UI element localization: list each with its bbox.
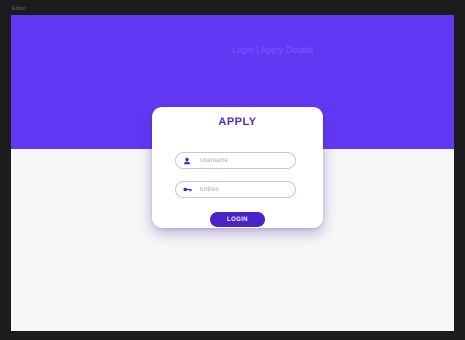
password-input[interactable] [194, 183, 288, 196]
username-input[interactable] [194, 154, 288, 167]
window-caption: Editor [12, 6, 27, 12]
password-field[interactable] [175, 181, 296, 198]
user-icon [180, 153, 194, 168]
user-icon-svg [184, 157, 190, 164]
username-field[interactable] [175, 152, 296, 169]
login-button[interactable]: LOGIN [210, 212, 265, 227]
login-screen: Login | Apply Details APPLY Username LOG… [11, 15, 454, 331]
login-card: APPLY Username LOGIN [152, 107, 323, 228]
card-title: APPLY [218, 116, 257, 128]
key-icon [180, 182, 194, 197]
app-frame: Editor Login | Apply Details APPLY Usern… [0, 0, 465, 340]
key-icon-svg [183, 187, 192, 192]
hero-faint-text: Login | Apply Details [232, 45, 314, 55]
